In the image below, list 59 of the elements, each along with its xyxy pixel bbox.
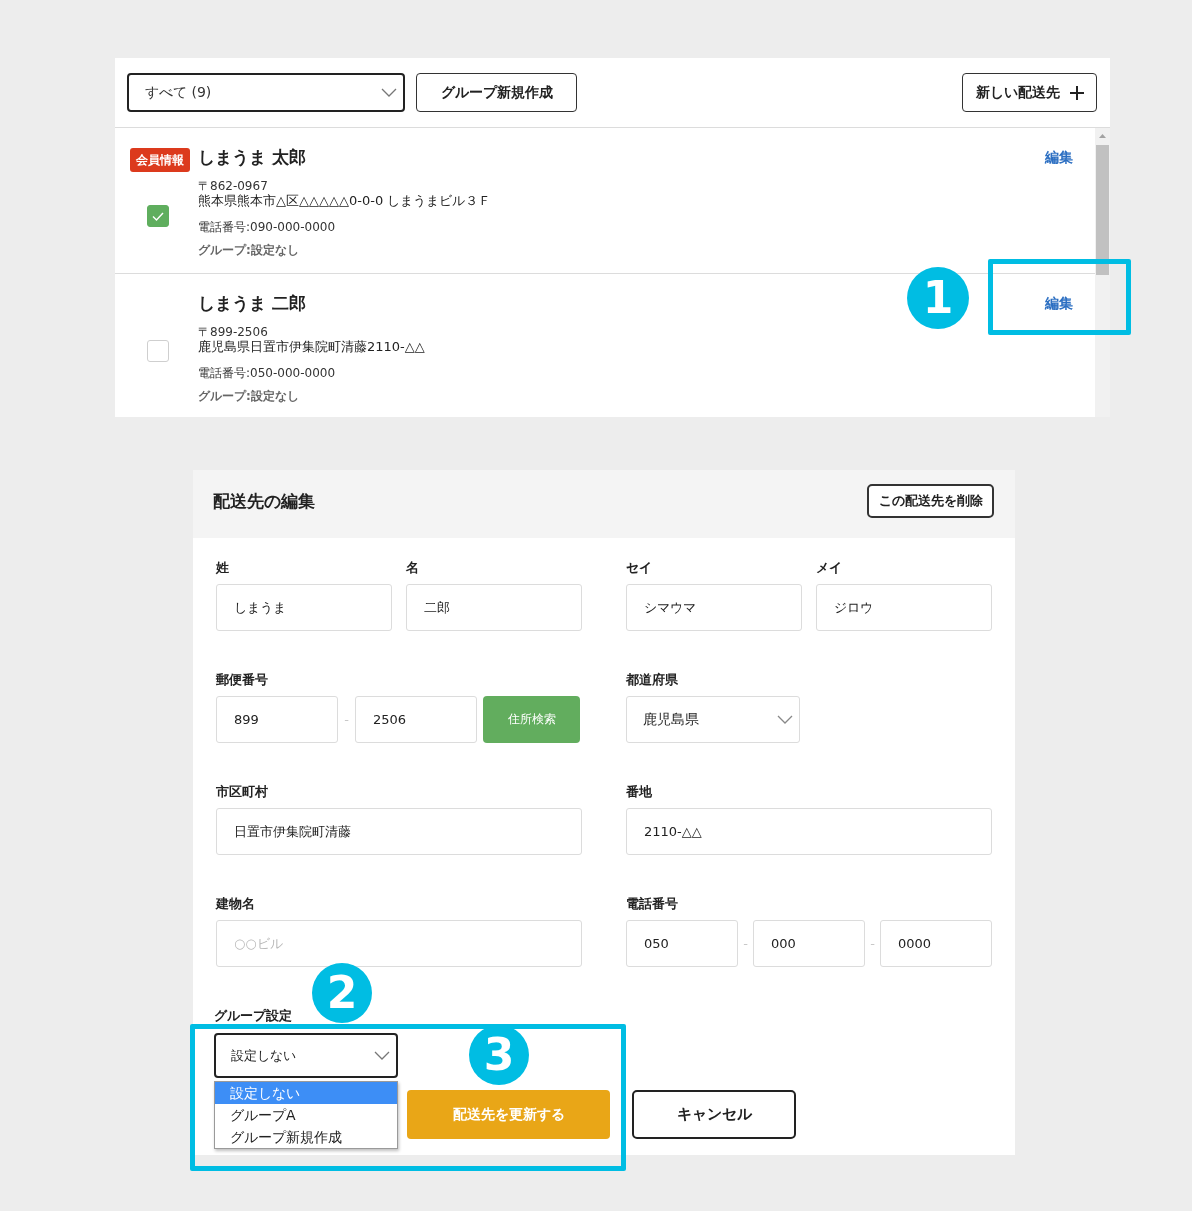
member-badge: 会員情報 [130,148,190,172]
phone-field[interactable]: 050 [626,920,738,967]
postal-code: 〒899-2506 [198,325,268,339]
field-label: 市区町村 [216,783,268,801]
form-title: 配送先の編集 [213,490,315,512]
chevron-down-icon [374,1051,390,1060]
field-label: メイ [816,559,842,577]
dash-separator: - [343,712,350,727]
chevron-down-icon [777,715,793,724]
field-label: 電話番号 [626,895,678,913]
new-group-button[interactable]: グループ新規作成 [416,73,577,112]
recipient-name: しまうま 二郎 [198,293,306,313]
scroll-up-arrow-icon [1099,134,1106,138]
address-text: 熊本県熊本市△区△△△△△0-0-0 しまうまビル３Ｆ [198,193,492,209]
field-label: 郵便番号 [216,671,268,689]
check-icon [152,211,164,221]
text-field[interactable]: ○○ビル [216,920,582,967]
text-field[interactable]: しまうま [216,584,392,631]
text-field[interactable]: 2110-△△ [626,808,992,855]
group-text: グループ:設定なし [198,243,299,258]
dropdown-option[interactable]: グループA [215,1104,397,1126]
scrollbar-thumb[interactable] [1096,145,1109,275]
dash-separator: - [869,936,876,951]
text-field[interactable]: 日置市伊集院町清藤 [216,808,582,855]
group-text: グループ:設定なし [198,389,299,404]
checkbox[interactable] [147,340,169,362]
field-label: 番地 [626,783,652,801]
edit-link[interactable]: 編集 [1045,293,1073,313]
field-label: 名 [406,559,419,577]
address-text: 鹿児島県日置市伊集院町清藤2110-△△ [198,339,425,355]
scrollbar[interactable] [1095,128,1110,417]
checkbox[interactable] [147,205,169,227]
postal-code-field[interactable]: 2506 [355,696,477,743]
field-label: 都道府県 [626,671,678,689]
new-address-button[interactable]: 新しい配送先 [962,73,1097,112]
delete-address-button[interactable]: この配送先を削除 [867,484,994,518]
edit-link[interactable]: 編集 [1045,147,1073,167]
group-dropdown[interactable]: 設定しない [214,1033,398,1078]
filter-dropdown[interactable]: すべて (9) [127,73,405,112]
dropdown-option[interactable]: グループ新規作成 [215,1126,397,1148]
field-label: 姓 [216,559,229,577]
prefecture-dropdown[interactable]: 鹿児島県 [626,696,800,743]
field-label: セイ [626,559,652,577]
chevron-down-icon [381,88,397,97]
phone-number: 電話番号:090-000-0000 [198,220,336,234]
phone-number: 電話番号:050-000-0000 [198,366,336,380]
postal-code-field[interactable]: 899 [216,696,338,743]
postal-code: 〒862-0967 [198,179,268,193]
text-field[interactable]: ジロウ [816,584,992,631]
field-label: 建物名 [216,895,255,913]
phone-field[interactable]: 0000 [880,920,992,967]
text-field[interactable]: 二郎 [406,584,582,631]
dash-separator: - [742,936,749,951]
cancel-button[interactable]: キャンセル [632,1090,796,1139]
field-label: グループ設定 [214,1007,292,1025]
phone-field[interactable]: 000 [753,920,865,967]
plus-icon [1069,85,1084,100]
recipient-name: しまうま 太郎 [198,147,306,167]
text-field[interactable]: シマウマ [626,584,802,631]
